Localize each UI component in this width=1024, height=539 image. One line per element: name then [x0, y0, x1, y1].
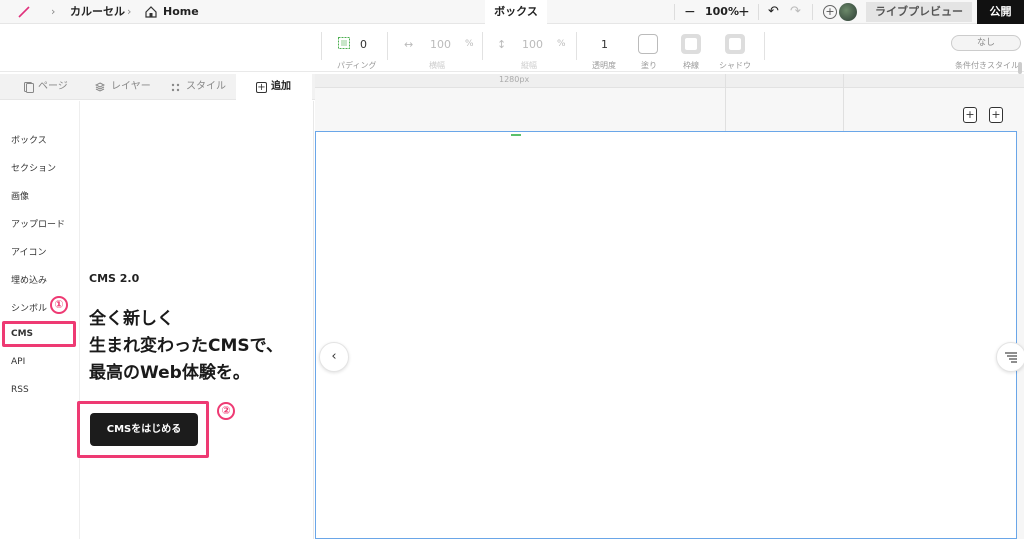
chevron-right-icon: ›	[127, 5, 132, 18]
selected-box-frame[interactable]	[315, 131, 1017, 539]
tab-add-label: 追加	[271, 81, 291, 92]
step-marker-1: ①	[50, 296, 68, 314]
right-panel-button[interactable]	[996, 342, 1024, 372]
start-cms-button[interactable]: CMSをはじめる	[90, 413, 198, 446]
fill-swatch[interactable]	[638, 34, 658, 54]
publish-button[interactable]: 公開	[977, 0, 1024, 24]
height-unit[interactable]: %	[557, 39, 566, 49]
width-unit[interactable]: %	[465, 39, 474, 49]
top-bar: › カルーセル › Home ボックス − 100% + ↶ ↷ + ライブプレ…	[0, 0, 1024, 24]
padding-label: パディング	[337, 61, 377, 70]
tab-layers[interactable]: レイヤー	[111, 74, 151, 100]
tab-box[interactable]: ボックス	[485, 0, 547, 24]
opacity-label: 透明度	[592, 61, 616, 70]
sidebar-item-rss[interactable]: RSS	[11, 385, 29, 395]
divider	[387, 32, 388, 60]
guide-line	[725, 74, 726, 131]
cms-headline-line-1: 全く新しく	[89, 309, 174, 329]
shadow-label: シャドウ	[719, 61, 751, 70]
live-preview-button[interactable]: ライブプレビュー	[866, 2, 972, 22]
redo-icon[interactable]: ↷	[790, 0, 801, 24]
height-arrow-icon: ↕	[497, 38, 507, 51]
add-above-icon[interactable]: +	[963, 107, 977, 123]
ruler-width-label: 1280px	[499, 75, 530, 84]
sidebar-item-icon[interactable]: アイコン	[11, 245, 47, 258]
scrollbar[interactable]	[1018, 62, 1022, 74]
guide-line	[843, 74, 844, 131]
padding-icon	[338, 37, 350, 49]
chevron-right-icon: ›	[51, 5, 56, 18]
divider	[758, 4, 759, 20]
width-arrow-icon: ↔	[404, 38, 414, 51]
add-below-icon[interactable]: +	[989, 107, 1003, 123]
undo-icon[interactable]: ↶	[768, 0, 779, 24]
cms-headline-line-3: 最高のWeb体験を。	[89, 363, 250, 383]
sidebar-item-image[interactable]: 画像	[11, 189, 29, 202]
tab-add[interactable]: + 追加	[236, 74, 312, 100]
ruler	[315, 74, 1024, 88]
opacity-value[interactable]: 1	[601, 38, 608, 51]
width-value[interactable]: 100	[430, 38, 451, 51]
style-icon	[171, 83, 180, 92]
conditional-style-label: 条件付きスタイル	[955, 61, 1019, 70]
fill-label: 塗り	[641, 61, 657, 70]
zoom-level: 100%	[705, 5, 739, 18]
width-label: 横幅	[429, 61, 445, 70]
divider	[764, 32, 765, 60]
sidebar-item-box[interactable]: ボックス	[11, 133, 47, 146]
padding-value[interactable]: 0	[360, 38, 367, 51]
add-icon: +	[256, 82, 267, 93]
breadcrumb-page[interactable]: Home	[163, 0, 199, 24]
tab-pages[interactable]: ページ	[38, 74, 68, 100]
sidebar-item-embed[interactable]: 埋め込み	[11, 273, 47, 286]
home-icon	[145, 6, 157, 18]
divider	[576, 32, 577, 60]
height-label: 縦幅	[521, 61, 537, 70]
cms-headline-line-2: 生まれ変わったCMSで、	[89, 336, 283, 356]
layers-icon	[95, 82, 105, 92]
panel-tabs: ページ レイヤー スタイル + 追加	[0, 74, 315, 100]
sidebar-item-upload[interactable]: アップロード	[11, 217, 65, 230]
cms-version: CMS 2.0	[89, 272, 140, 285]
divider	[674, 4, 675, 20]
tab-style[interactable]: スタイル	[186, 74, 226, 100]
divider	[812, 4, 813, 20]
divider	[482, 32, 483, 60]
conditional-style-select[interactable]: なし	[951, 35, 1021, 51]
cms-highlight-box	[2, 321, 76, 347]
logo-icon[interactable]	[16, 5, 32, 19]
sidebar-item-section[interactable]: セクション	[11, 161, 56, 174]
zoom-in-button[interactable]: +	[738, 0, 750, 24]
guide-band	[315, 88, 1024, 131]
border-label: 枠線	[683, 61, 699, 70]
height-value[interactable]: 100	[522, 38, 543, 51]
step-marker-2: ②	[217, 402, 235, 420]
sidebar-item-symbol[interactable]: シンボル	[11, 301, 47, 314]
selection-handle[interactable]	[511, 134, 521, 136]
collapse-panel-button[interactable]: ‹	[319, 342, 349, 372]
divider	[321, 32, 322, 60]
avatar[interactable]	[839, 3, 857, 21]
zoom-out-button[interactable]: −	[684, 0, 696, 24]
property-toolbar: 0 パディング ↔ 100 % 横幅 ↕ 100 % 縦幅 1 透明度 塗り 枠…	[0, 24, 1024, 72]
tab-box-label: ボックス	[494, 5, 538, 18]
page-icon	[24, 82, 34, 93]
breadcrumb-project[interactable]: カルーセル	[70, 0, 125, 24]
menu-lines-icon	[1005, 352, 1017, 363]
add-collaborator-icon[interactable]: +	[823, 5, 837, 19]
sidebar-item-api[interactable]: API	[11, 357, 25, 367]
shadow-swatch[interactable]	[725, 34, 745, 54]
border-swatch[interactable]	[681, 34, 701, 54]
